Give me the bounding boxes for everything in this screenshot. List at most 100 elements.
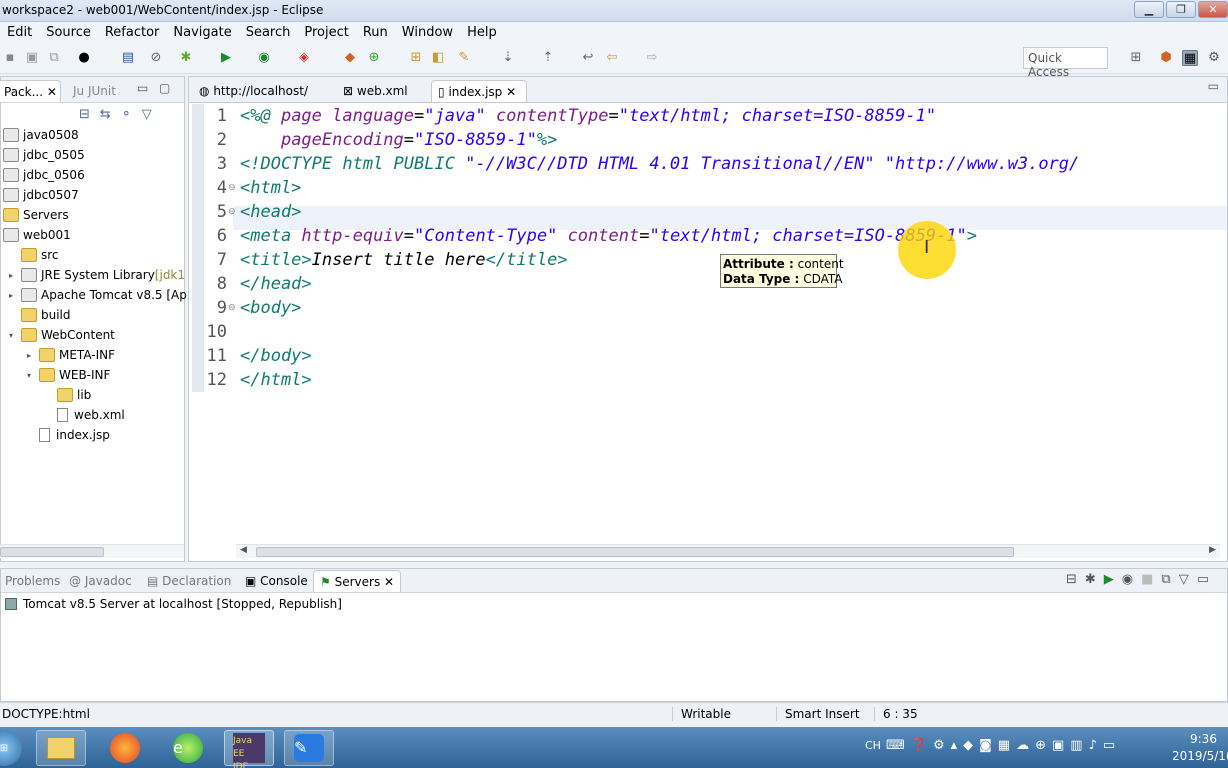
menu-help[interactable]: Help [460,25,504,40]
tab-junit[interactable]: Ju JUnit [67,80,122,102]
fold-toggle-icon[interactable]: ⊖ [228,183,236,193]
forward-icon[interactable]: ⇨ [644,50,660,66]
fold-toggle-icon[interactable]: ⊖ [228,303,236,313]
publish-icon[interactable]: ⧉ [1161,572,1178,587]
code-line[interactable]: </html> [240,368,312,392]
java-perspective-icon[interactable]: ⬢ [1158,50,1174,66]
maximize-icon[interactable]: ▢ [159,81,170,95]
minimize-icon[interactable]: ▭ [1197,572,1217,587]
weather-icon[interactable]: ☁ [1016,738,1035,753]
search-icon[interactable]: ✎ [456,50,472,66]
tree-item[interactable]: jdbc_0506 [3,165,85,185]
run-icon[interactable]: ▶ [218,50,234,66]
monitor-icon[interactable]: ▭ [1103,738,1121,753]
tree-item[interactable]: build [21,305,71,325]
firefox-taskbar-icon[interactable] [100,730,150,766]
settings-icon[interactable]: ⚙ [933,738,951,753]
code-line[interactable]: </body> [240,344,312,368]
terminal-icon[interactable]: ▤ [120,50,136,66]
debug-icon[interactable]: ✱ [178,50,194,66]
tree-item[interactable]: ▸ META-INF [27,345,115,365]
app-tray-icon[interactable]: ◆ [963,738,979,753]
help-icon[interactable]: ❓ [911,738,933,753]
view-menu-icon[interactable]: ▽ [142,107,162,122]
start-server-icon[interactable]: ▶ [1104,572,1122,587]
tree-item[interactable]: ▾ web001 [3,225,71,245]
tree-item[interactable]: index.jsp [39,425,110,445]
start-button[interactable]: ⊞ [0,730,22,766]
code-line[interactable]: <html> [240,176,301,200]
minimize-button[interactable]: ▁ [1134,1,1164,18]
server-row[interactable]: Tomcat v8.5 Server at localhost [Stopped… [5,597,342,611]
tab-package-explorer[interactable]: Pack... ✕ [0,80,61,102]
save-icon[interactable]: ▣ [24,50,40,66]
new-icon[interactable]: ▪ [2,50,18,66]
menu-refactor[interactable]: Refactor [98,25,167,40]
tab-servers[interactable]: ⚑ Servers ✕ [313,570,402,592]
code-line[interactable]: pageEncoding="ISO-8859-1"%> [240,128,557,152]
open-perspective-icon[interactable]: ⊞ [1128,50,1144,66]
javaee-perspective-icon[interactable]: ▦ [1182,50,1198,66]
menu-search[interactable]: Search [239,25,298,40]
profile-icon[interactable]: ● [76,50,92,66]
volume-icon[interactable]: ♪ [1089,738,1103,753]
editor-scrollbar[interactable]: ◀ ▶ [236,544,1220,558]
clock-time[interactable]: 9:36 [1190,732,1217,746]
link-editor-icon[interactable]: ⇆ [100,107,121,122]
view-menu-icon[interactable]: ▽ [1179,572,1197,587]
external-tools-icon[interactable]: ◈ [296,50,312,66]
debug-perspective-icon[interactable]: ⚙ [1206,50,1222,66]
menu-edit[interactable]: Edit [0,25,39,40]
record-icon[interactable]: ◙ [979,738,998,753]
menu-window[interactable]: Window [395,25,460,40]
debug-server-icon[interactable]: ✱ [1085,572,1104,587]
minimize-icon[interactable]: ▭ [1208,79,1219,93]
tree-item[interactable]: jdbc_0505 [3,145,85,165]
vpn-icon[interactable]: ▣ [1052,738,1070,753]
clock-date[interactable]: 2019/5/1( [1172,749,1228,763]
quick-access-input[interactable]: Quick Access [1023,47,1108,79]
chevron-down-icon[interactable]: ▾ [0,231,1,240]
next-annotation-icon[interactable]: ⇣ [500,50,516,66]
prev-annotation-icon[interactable]: ⇡ [540,50,556,66]
open-type-icon[interactable]: ⊞ [408,50,424,66]
close-button[interactable]: ✕ [1198,1,1228,18]
code-line[interactable]: <meta http-equiv="Content-Type" content=… [240,224,977,248]
code-line[interactable]: <body> [240,296,301,320]
collapse-icon[interactable]: ⊟ [1066,572,1085,587]
save-all-icon[interactable]: ⧉ [46,50,62,66]
editor-scroll-thumb[interactable] [256,547,1014,557]
close-icon[interactable]: ✕ [384,575,394,589]
tree-item[interactable]: java0508 [3,125,79,145]
browser-taskbar-icon[interactable]: e [163,730,213,766]
chevron-down-icon[interactable]: ▾ [27,371,37,380]
code-line[interactable]: <head> [240,200,301,224]
tab-web-xml[interactable]: ⊠ web.xml [337,80,414,102]
chevron-right-icon[interactable]: ▸ [9,271,19,280]
tree-item[interactable]: ▸ Apache Tomcat v8.5 [Ap [9,285,187,305]
tray-expand-icon[interactable]: ▴ [951,738,964,753]
tree-item[interactable]: ▾ WebContent [9,325,115,345]
tab-declaration[interactable]: ▤ Declaration [141,570,237,592]
tree-item[interactable]: src [21,245,59,265]
tree-item[interactable]: lib [57,385,91,405]
maximize-button[interactable]: ❐ [1166,1,1196,18]
filter-icon[interactable]: ⚬ [121,107,142,122]
tab-index-jsp[interactable]: ▯ index.jsp ✕ [431,80,527,102]
close-icon[interactable]: ✕ [47,85,57,99]
tree-item[interactable]: Servers [3,205,69,225]
minimize-icon[interactable]: ▭ [137,81,148,95]
chevron-right-icon[interactable]: ▸ [9,291,19,300]
language-indicator[interactable]: CH [865,739,881,752]
scroll-right-icon[interactable]: ▶ [1209,545,1216,555]
tree-item[interactable]: web.xml [57,405,125,425]
new-package-icon[interactable]: ◆ [342,50,358,66]
tab-javadoc[interactable]: @ Javadoc [63,570,138,592]
eclipse-taskbar-icon[interactable]: Java EE IDE [224,730,274,768]
chevron-down-icon[interactable]: ▾ [9,331,19,340]
explorer-scrollbar[interactable] [0,544,184,558]
menu-source[interactable]: Source [39,25,98,40]
explorer-taskbar-icon[interactable] [36,730,86,766]
tab-console[interactable]: ▣ Console [239,570,314,592]
tab-problems[interactable]: Problems [0,570,66,592]
